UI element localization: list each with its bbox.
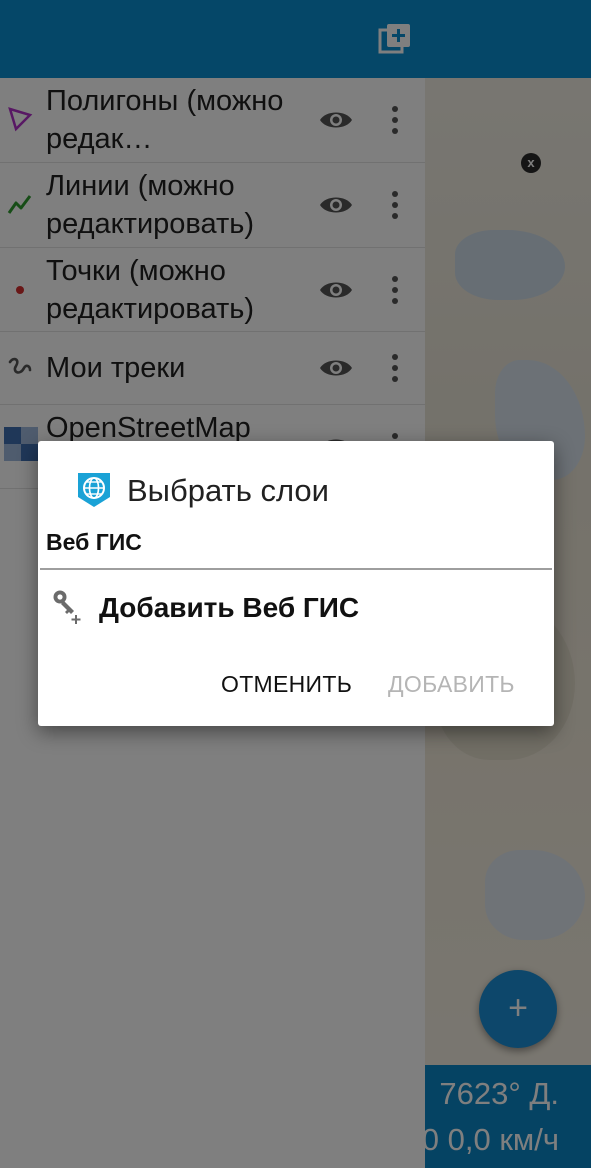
key-add-icon[interactable]: [50, 588, 84, 624]
web-gis-shield-icon: [78, 473, 110, 507]
dialog-subtitle: Веб ГИС: [46, 529, 142, 555]
divider: [40, 568, 552, 570]
select-layers-dialog: Выбрать слои Веб ГИС Добавить Веб ГИС ОТ…: [38, 441, 554, 726]
cancel-button[interactable]: ОТМЕНИТЬ: [221, 669, 352, 699]
add-web-gis-item[interactable]: Добавить Веб ГИС: [99, 590, 359, 626]
dialog-title: Выбрать слои: [127, 473, 329, 508]
add-button[interactable]: ДОБАВИТЬ: [388, 669, 515, 699]
